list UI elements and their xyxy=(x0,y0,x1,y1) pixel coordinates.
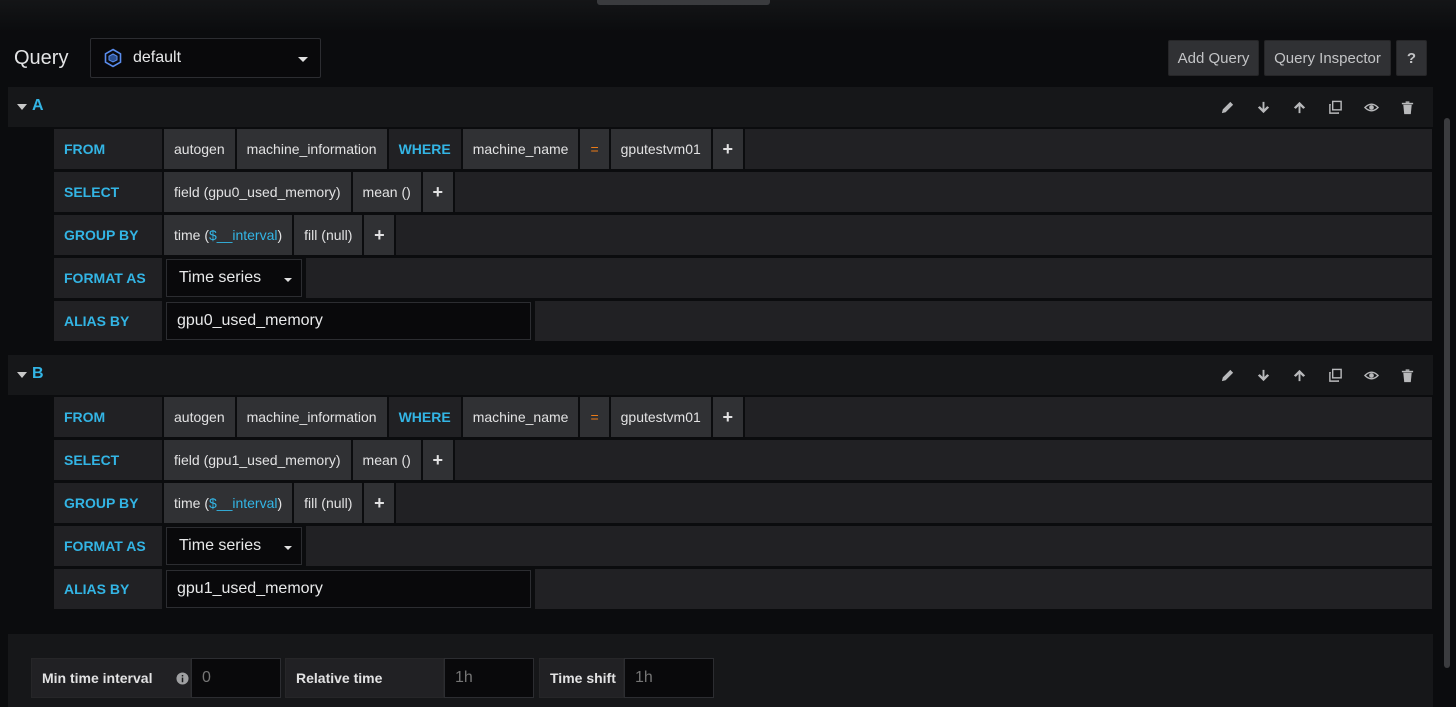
query-row-header-a: A xyxy=(8,87,1433,127)
duplicate-icon[interactable] xyxy=(1317,361,1353,389)
retention-policy-segment[interactable]: autogen xyxy=(164,129,235,169)
alias-by-label: ALIAS BY xyxy=(54,569,162,609)
arrow-up-icon[interactable] xyxy=(1281,361,1317,389)
trash-icon[interactable] xyxy=(1389,93,1425,121)
alias-input[interactable] xyxy=(166,570,531,608)
select-row: SELECT field (gpu1_used_memory) mean () … xyxy=(54,439,1432,482)
operator-segment[interactable]: = xyxy=(580,397,609,437)
aggregation-segment[interactable]: mean () xyxy=(352,172,421,212)
relative-time-label: Relative time xyxy=(285,658,444,698)
time-group-segment[interactable]: time ($__interval) xyxy=(164,483,293,523)
eye-icon[interactable] xyxy=(1353,361,1389,389)
eye-icon[interactable] xyxy=(1353,93,1389,121)
format-as-label: FORMAT AS xyxy=(54,526,162,566)
help-button[interactable]: ? xyxy=(1396,40,1427,76)
pencil-icon[interactable] xyxy=(1209,93,1245,121)
query-row-header-b: B xyxy=(8,355,1433,395)
from-row: FROM autogen machine_information WHERE m… xyxy=(54,396,1432,439)
query-ref-b[interactable]: B xyxy=(32,365,44,383)
collapse-icon[interactable] xyxy=(17,372,27,378)
format-as-row: FORMAT AS Time series xyxy=(54,525,1432,568)
add-query-button[interactable]: Add Query xyxy=(1168,40,1259,76)
add-group-button[interactable]: + xyxy=(364,483,395,523)
fill-segment[interactable]: fill (null) xyxy=(294,215,363,255)
datasource-label: default xyxy=(133,49,182,66)
chevron-down-icon xyxy=(284,546,292,550)
arrow-down-icon[interactable] xyxy=(1245,361,1281,389)
relative-time-group: Relative time xyxy=(285,658,534,698)
group-by-row: GROUP BY time ($__interval) fill (null) … xyxy=(54,482,1432,525)
time-shift-label: Time shift xyxy=(539,658,624,698)
query-inspector-button[interactable]: Query Inspector xyxy=(1264,40,1391,76)
alias-by-label: ALIAS BY xyxy=(54,301,162,341)
time-shift-input[interactable] xyxy=(624,658,714,698)
fill-segment[interactable]: fill (null) xyxy=(294,483,363,523)
panel-resize-handle[interactable] xyxy=(597,0,770,5)
where-keyword: WHERE xyxy=(388,129,461,169)
page-title: Query xyxy=(14,47,69,69)
from-label: FROM xyxy=(54,397,162,437)
min-interval-group: Min time interval xyxy=(31,658,281,698)
tag-value-segment[interactable]: gputestvm01 xyxy=(610,129,711,169)
query-actions xyxy=(1209,355,1425,395)
field-segment[interactable]: field (gpu1_used_memory) xyxy=(164,440,351,480)
scrollbar[interactable] xyxy=(1444,118,1450,668)
aggregation-segment[interactable]: mean () xyxy=(352,440,421,480)
query-options-panel: Min time interval Relative time Time shi… xyxy=(8,634,1433,707)
where-keyword: WHERE xyxy=(388,397,461,437)
measurement-segment[interactable]: machine_information xyxy=(236,397,387,437)
alias-by-row: ALIAS BY xyxy=(54,568,1432,611)
query-header: Query default Add Query Query Inspector … xyxy=(0,38,1445,78)
add-group-button[interactable]: + xyxy=(364,215,395,255)
query-ref-a[interactable]: A xyxy=(32,97,44,115)
format-as-select[interactable]: Time series xyxy=(166,259,302,297)
select-row: SELECT field (gpu0_used_memory) mean () … xyxy=(54,171,1432,214)
operator-segment[interactable]: = xyxy=(580,129,609,169)
select-label: SELECT xyxy=(54,440,162,480)
from-label: FROM xyxy=(54,129,162,169)
alias-input[interactable] xyxy=(166,302,531,340)
from-row: FROM autogen machine_information WHERE m… xyxy=(54,128,1432,171)
format-as-select[interactable]: Time series xyxy=(166,527,302,565)
add-select-button[interactable]: + xyxy=(422,172,453,212)
query-actions xyxy=(1209,87,1425,127)
group-by-row: GROUP BY time ($__interval) fill (null) … xyxy=(54,214,1432,257)
group-by-label: GROUP BY xyxy=(54,215,162,255)
time-group-segment[interactable]: time ($__interval) xyxy=(164,215,293,255)
arrow-up-icon[interactable] xyxy=(1281,93,1317,121)
retention-policy-segment[interactable]: autogen xyxy=(164,397,235,437)
tag-key-segment[interactable]: machine_name xyxy=(462,129,579,169)
group-by-label: GROUP BY xyxy=(54,483,162,523)
time-shift-group: Time shift xyxy=(539,658,714,698)
format-as-label: FORMAT AS xyxy=(54,258,162,298)
chevron-down-icon xyxy=(298,57,308,62)
collapse-icon[interactable] xyxy=(17,104,27,110)
add-condition-button[interactable]: + xyxy=(712,397,743,437)
min-interval-label: Min time interval xyxy=(31,658,191,698)
chevron-down-icon xyxy=(284,278,292,282)
add-select-button[interactable]: + xyxy=(422,440,453,480)
duplicate-icon[interactable] xyxy=(1317,93,1353,121)
field-segment[interactable]: field (gpu0_used_memory) xyxy=(164,172,351,212)
measurement-segment[interactable]: machine_information xyxy=(236,129,387,169)
datasource-icon xyxy=(104,48,122,68)
relative-time-input[interactable] xyxy=(444,658,534,698)
pencil-icon[interactable] xyxy=(1209,361,1245,389)
alias-by-row: ALIAS BY xyxy=(54,300,1432,343)
select-label: SELECT xyxy=(54,172,162,212)
datasource-select[interactable]: default xyxy=(90,38,321,78)
tag-key-segment[interactable]: machine_name xyxy=(462,397,579,437)
info-icon[interactable] xyxy=(176,671,190,685)
trash-icon[interactable] xyxy=(1389,361,1425,389)
tag-value-segment[interactable]: gputestvm01 xyxy=(610,397,711,437)
format-as-row: FORMAT AS Time series xyxy=(54,257,1432,300)
add-condition-button[interactable]: + xyxy=(712,129,743,169)
arrow-down-icon[interactable] xyxy=(1245,93,1281,121)
min-interval-input[interactable] xyxy=(191,658,281,698)
